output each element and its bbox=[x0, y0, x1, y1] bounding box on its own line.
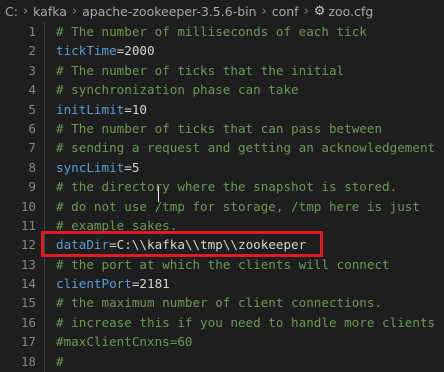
code-comment: # The number of ticks that the initial bbox=[56, 61, 344, 80]
line-number: 7 bbox=[28, 140, 36, 156]
code-comment: # do not use /tmp for storage, /tmp here… bbox=[56, 197, 420, 216]
breadcrumb-item-file[interactable]: zoo.cfg bbox=[328, 4, 373, 19]
text-cursor bbox=[158, 186, 159, 202]
code-line[interactable]: 6 # The number of ticks that can pass bet… bbox=[0, 119, 444, 138]
code-line[interactable]: 1 # The number of milliseconds of each ti… bbox=[0, 22, 444, 41]
equals-sign: = bbox=[124, 159, 132, 175]
setting-key: tickTime bbox=[56, 43, 117, 59]
comment-text: # The number of ticks that can pass betw… bbox=[56, 120, 383, 136]
code-line[interactable]: 4 # synchronization phase can take bbox=[0, 80, 444, 99]
code-setting: syncLimit=5 bbox=[56, 158, 139, 177]
setting-key: initLimit bbox=[56, 101, 125, 117]
breadcrumb-separator: › bbox=[261, 3, 267, 19]
highlight-box bbox=[41, 231, 323, 257]
comment-text: # bbox=[56, 353, 64, 369]
comment-text: # The number of milliseconds of each tic… bbox=[56, 24, 367, 39]
breadcrumb-item-drive[interactable]: C: bbox=[5, 4, 18, 19]
breadcrumb-item-conf[interactable]: conf bbox=[272, 4, 299, 19]
breadcrumb-item-zookeeper[interactable]: apache-zookeeper-3.5.6-bin bbox=[82, 4, 256, 19]
code-area[interactable]: 1 # The number of milliseconds of each ti… bbox=[0, 22, 444, 372]
setting-value: 2181 bbox=[139, 276, 170, 292]
code-line[interactable]: 5 initLimit=10 bbox=[0, 100, 444, 119]
line-number: 6 bbox=[28, 120, 36, 136]
line-number: 13 bbox=[20, 256, 36, 272]
line-number: 9 bbox=[28, 179, 36, 195]
line-number: 14 bbox=[20, 276, 36, 292]
setting-value: 2000 bbox=[124, 43, 155, 59]
comment-text: # increase this if you need to handle mo… bbox=[56, 314, 436, 330]
comment-text: # synchronization phase can take bbox=[56, 82, 299, 98]
code-comment: # The number of ticks that can pass betw… bbox=[56, 119, 382, 138]
line-number: 5 bbox=[28, 101, 36, 117]
code-comment: # the directory where the snapshot is st… bbox=[56, 177, 397, 196]
code-line[interactable]: 8 syncLimit=5 bbox=[0, 158, 444, 177]
line-number: 12 bbox=[20, 237, 36, 253]
breadcrumb-separator: › bbox=[22, 3, 29, 19]
comment-text: # The number of ticks that the initial bbox=[56, 62, 345, 78]
setting-value: 5 bbox=[131, 159, 140, 175]
setting-key: syncLimit bbox=[56, 159, 125, 175]
comment-text: # sending a request and getting an ackno… bbox=[56, 140, 436, 156]
code-comment: #maxClientCnxns=60 bbox=[56, 332, 192, 351]
line-number: 15 bbox=[20, 295, 36, 311]
code-comment: # synchronization phase can take bbox=[56, 80, 299, 99]
line-number: 3 bbox=[28, 62, 36, 78]
line-number: 1 bbox=[28, 24, 36, 39]
line-number: 10 bbox=[20, 198, 36, 214]
code-line[interactable]: 7 # sending a request and getting an ackn… bbox=[0, 138, 444, 157]
line-number: 2 bbox=[28, 43, 36, 59]
code-line[interactable]: 15 # the maximum number of client connect… bbox=[0, 293, 444, 312]
breadcrumb: C: › kafka › apache-zookeeper-3.5.6-bin … bbox=[0, 0, 444, 22]
breadcrumb-separator: › bbox=[71, 3, 78, 19]
code-line[interactable]: 9 # the directory where the snapshot is s… bbox=[0, 177, 444, 196]
comment-text: #maxClientCnxns=60 bbox=[56, 334, 193, 350]
code-line[interactable]: 14 clientPort=2181 bbox=[0, 274, 444, 293]
comment-text: # the directory where the snapshot is st… bbox=[56, 179, 398, 195]
code-comment: # increase this if you need to handle mo… bbox=[56, 313, 435, 332]
code-editor[interactable]: C: › kafka › apache-zookeeper-3.5.6-bin … bbox=[0, 0, 444, 372]
code-comment: # bbox=[56, 352, 64, 371]
code-comment: # the port at which the clients will con… bbox=[56, 255, 390, 274]
line-number: 11 bbox=[20, 217, 36, 233]
line-number: 4 bbox=[28, 82, 36, 98]
code-line[interactable]: 3 # The number of ticks that the initial bbox=[0, 61, 444, 80]
line-number: 18 bbox=[20, 353, 36, 369]
code-comment: # sending a request and getting an ackno… bbox=[56, 138, 435, 157]
code-line[interactable]: 10 # do not use /tmp for storage, /tmp he… bbox=[0, 197, 444, 216]
code-setting: initLimit=10 bbox=[56, 100, 147, 119]
comment-text: # do not use /tmp for storage, /tmp here… bbox=[56, 198, 420, 214]
line-number: 8 bbox=[28, 159, 36, 175]
line-number: 17 bbox=[20, 334, 36, 350]
line-number: 16 bbox=[20, 314, 36, 330]
comment-text: # the port at which the clients will con… bbox=[56, 256, 390, 272]
code-setting: tickTime=2000 bbox=[56, 41, 155, 60]
code-line[interactable]: 2 tickTime=2000 bbox=[0, 41, 444, 60]
code-line[interactable]: 18 # bbox=[0, 352, 444, 371]
code-comment: # The number of milliseconds of each tic… bbox=[56, 22, 367, 41]
gear-icon: ⚙ bbox=[313, 3, 326, 19]
setting-key: clientPort bbox=[56, 276, 132, 292]
comment-text: # the maximum number of client connectio… bbox=[56, 295, 383, 311]
breadcrumb-item-kafka[interactable]: kafka bbox=[33, 4, 67, 19]
breadcrumb-separator: › bbox=[303, 3, 309, 19]
code-line[interactable]: 13 # the port at which the clients will c… bbox=[0, 255, 444, 274]
code-line[interactable]: 17 #maxClientCnxns=60 bbox=[0, 332, 444, 351]
code-line[interactable]: 16 # increase this if you need to handle … bbox=[0, 313, 444, 332]
equals-sign: = bbox=[124, 101, 132, 117]
code-comment: # the maximum number of client connectio… bbox=[56, 293, 382, 312]
setting-value: 10 bbox=[131, 101, 148, 117]
code-setting: clientPort=2181 bbox=[56, 274, 170, 293]
